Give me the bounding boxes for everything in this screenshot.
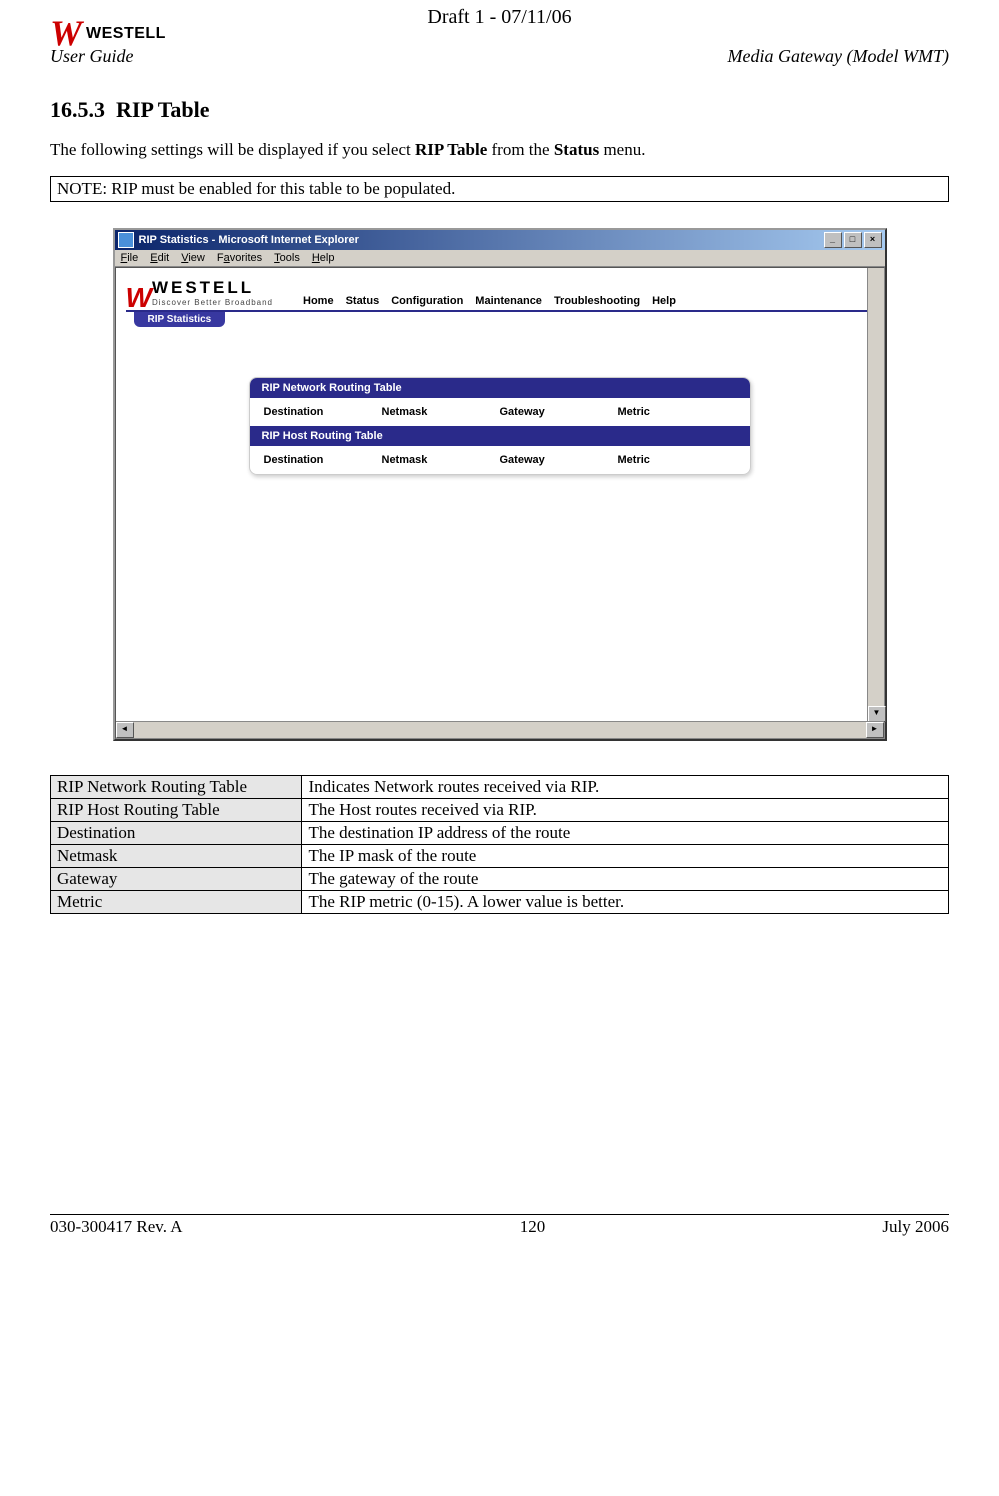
westell-logo-text: WESTELL: [86, 25, 166, 43]
def-desc: The Host routes received via RIP.: [302, 799, 949, 822]
nav-home[interactable]: Home: [303, 295, 334, 307]
section-number: 16.5.3: [50, 97, 105, 122]
user-guide-label: User Guide: [50, 46, 134, 67]
rip-network-columns: Destination Netmask Gateway Metric: [250, 398, 750, 426]
horizontal-scrollbar[interactable]: ◄ ►: [116, 721, 884, 738]
col-metric: Metric: [618, 406, 736, 418]
westell-logo-icon: W: [50, 21, 82, 46]
ie-menubar: File Edit View Favorites Tools Help: [115, 250, 885, 267]
col-netmask-2: Netmask: [382, 454, 500, 466]
def-desc: The RIP metric (0-15). A lower value is …: [302, 891, 949, 914]
intro-bold-status: Status: [554, 140, 599, 159]
nav-help[interactable]: Help: [652, 295, 676, 307]
menu-file[interactable]: File: [121, 252, 139, 264]
intro-text: The following settings will be displayed…: [50, 140, 415, 159]
page-westell-logo: W WESTELL Discover Better Broadband: [126, 278, 274, 307]
nav-maintenance[interactable]: Maintenance: [475, 295, 542, 307]
footer-doc-rev: 030-300417 Rev. A: [50, 1217, 183, 1237]
table-row: Netmask The IP mask of the route: [51, 845, 949, 868]
scroll-right-icon[interactable]: ►: [866, 722, 884, 738]
page-footer: 030-300417 Rev. A 120 July 2006: [50, 1215, 949, 1277]
section-title: RIP Table: [116, 97, 210, 122]
table-row: RIP Network Routing Table Indicates Netw…: [51, 776, 949, 799]
col-metric-2: Metric: [618, 454, 736, 466]
menu-favorites[interactable]: Favorites: [217, 252, 262, 264]
vertical-scrollbar[interactable]: ▼: [867, 268, 884, 722]
rip-panel: RIP Network Routing Table Destination Ne…: [249, 377, 751, 475]
note-box: NOTE: RIP must be enabled for this table…: [50, 176, 949, 202]
intro-text3: menu.: [599, 140, 645, 159]
table-row: RIP Host Routing Table The Host routes r…: [51, 799, 949, 822]
def-term: Destination: [51, 822, 302, 845]
nav-status[interactable]: Status: [346, 295, 380, 307]
def-desc: Indicates Network routes received via RI…: [302, 776, 949, 799]
section-heading: 16.5.3 RIP Table: [50, 97, 949, 123]
page-logo-icon: W: [126, 288, 152, 308]
ie-content-area: W WESTELL Discover Better Broadband Home…: [115, 267, 885, 739]
rip-host-columns: Destination Netmask Gateway Metric: [250, 446, 750, 474]
ie-app-icon: [118, 232, 134, 248]
col-destination: Destination: [264, 406, 382, 418]
maximize-button[interactable]: □: [844, 232, 862, 248]
intro-paragraph: The following settings will be displayed…: [50, 140, 949, 160]
intro-text2: from the: [487, 140, 554, 159]
table-row: Gateway The gateway of the route: [51, 868, 949, 891]
page-logo-text: WESTELL: [152, 278, 273, 298]
def-term: Netmask: [51, 845, 302, 868]
scroll-down-icon[interactable]: ▼: [868, 706, 886, 722]
intro-bold-riptable: RIP Table: [415, 140, 487, 159]
footer-page-number: 120: [520, 1217, 546, 1237]
ie-title-text: RIP Statistics - Microsoft Internet Expl…: [139, 234, 359, 246]
def-desc: The IP mask of the route: [302, 845, 949, 868]
page-nav: Home Status Configuration Maintenance Tr…: [303, 295, 676, 307]
def-term: Metric: [51, 891, 302, 914]
def-desc: The gateway of the route: [302, 868, 949, 891]
col-netmask: Netmask: [382, 406, 500, 418]
definitions-table: RIP Network Routing Table Indicates Netw…: [50, 775, 949, 914]
menu-help[interactable]: Help: [312, 252, 335, 264]
ie-titlebar: RIP Statistics - Microsoft Internet Expl…: [115, 230, 885, 250]
minimize-button[interactable]: _: [824, 232, 842, 248]
def-term: Gateway: [51, 868, 302, 891]
def-desc: The destination IP address of the route: [302, 822, 949, 845]
page-logo-subtitle: Discover Better Broadband: [152, 298, 273, 307]
col-destination-2: Destination: [264, 454, 382, 466]
scroll-left-icon[interactable]: ◄: [116, 722, 134, 738]
close-button[interactable]: ×: [864, 232, 882, 248]
footer-date: July 2006: [882, 1217, 949, 1237]
rip-host-header: RIP Host Routing Table: [250, 426, 750, 446]
nav-troubleshooting[interactable]: Troubleshooting: [554, 295, 640, 307]
ie-window: RIP Statistics - Microsoft Internet Expl…: [113, 228, 887, 741]
nav-configuration[interactable]: Configuration: [391, 295, 463, 307]
col-gateway: Gateway: [500, 406, 618, 418]
table-row: Metric The RIP metric (0-15). A lower va…: [51, 891, 949, 914]
menu-view[interactable]: View: [181, 252, 205, 264]
tab-rip-statistics[interactable]: RIP Statistics: [134, 312, 226, 327]
model-label: Media Gateway (Model WMT): [728, 46, 949, 67]
def-term: RIP Host Routing Table: [51, 799, 302, 822]
menu-tools[interactable]: Tools: [274, 252, 300, 264]
col-gateway-2: Gateway: [500, 454, 618, 466]
table-row: Destination The destination IP address o…: [51, 822, 949, 845]
rip-network-header: RIP Network Routing Table: [250, 378, 750, 398]
menu-edit[interactable]: Edit: [150, 252, 169, 264]
def-term: RIP Network Routing Table: [51, 776, 302, 799]
